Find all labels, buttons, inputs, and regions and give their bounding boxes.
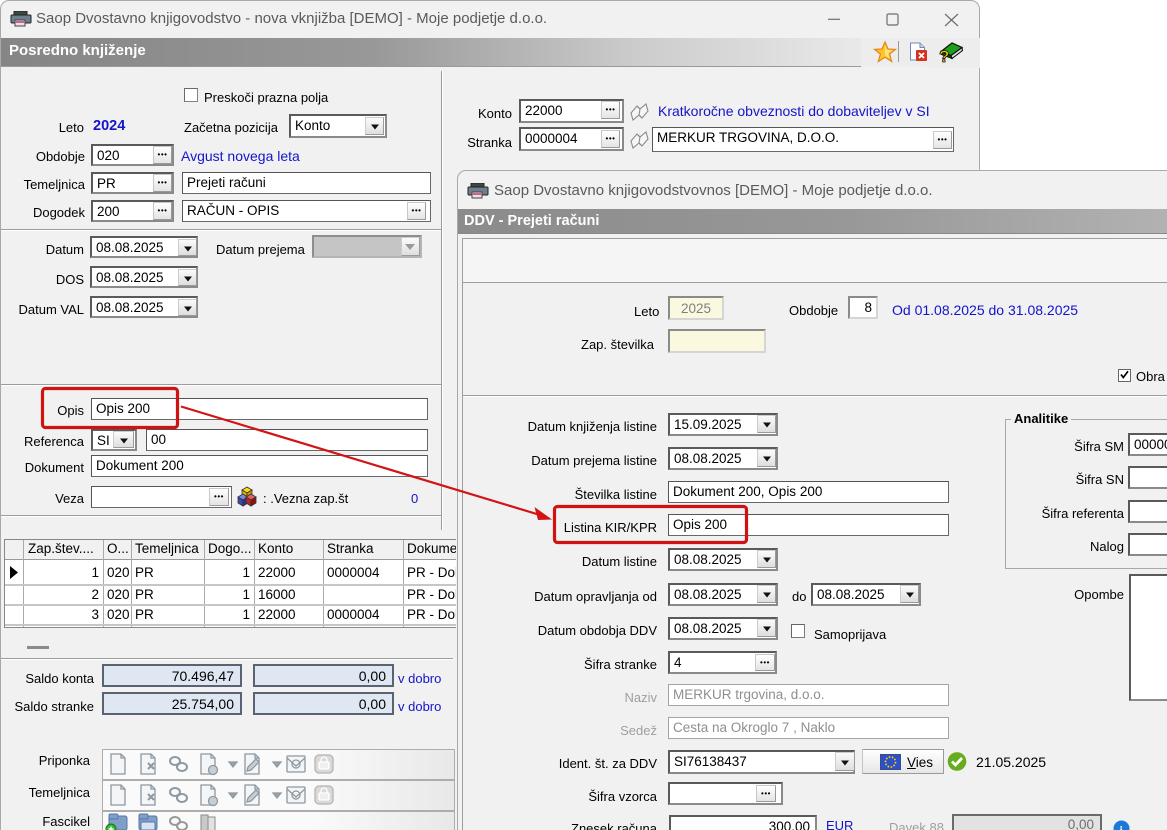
svg-text:?: ?: [939, 47, 949, 64]
